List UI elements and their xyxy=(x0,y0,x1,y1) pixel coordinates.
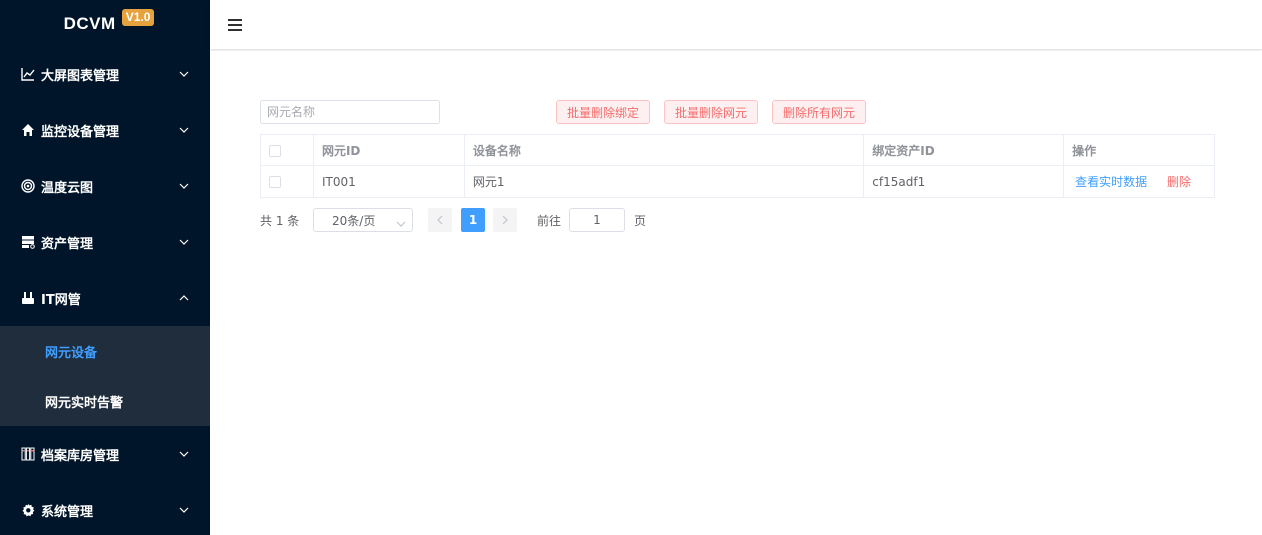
target-icon xyxy=(20,178,36,194)
column-header: 设备名称 xyxy=(463,134,865,166)
brand-name: DCVM xyxy=(63,14,116,33)
toolbar: 批量删除绑定 批量删除网元 删除所有网元 xyxy=(260,100,1215,125)
chevron-down-icon xyxy=(178,448,190,460)
sidebar-item-label: 系统管理 xyxy=(41,504,94,520)
submenu-it-network: 网元设备 网元实时告警 xyxy=(0,326,210,426)
sidebar: DCVM V1.0 大屏图表管理 监控设备管理 温度云图 资产管理 IT网管 网… xyxy=(0,0,210,535)
sidebar-item-assets[interactable]: 资产管理 xyxy=(0,214,210,270)
chevron-right-icon xyxy=(502,215,508,225)
goto-label: 前往 xyxy=(537,213,562,228)
chevron-up-icon xyxy=(178,292,190,304)
row-checkbox[interactable] xyxy=(269,176,281,188)
sidebar-item-system[interactable]: 系统管理 xyxy=(0,482,210,535)
hamburger-icon[interactable] xyxy=(228,18,242,32)
delete-link[interactable]: 删除 xyxy=(1167,175,1191,189)
view-realtime-data-link[interactable]: 查看实时数据 xyxy=(1075,175,1147,189)
total-count: 共 1 条 xyxy=(260,213,300,228)
prev-page-button[interactable] xyxy=(428,208,452,232)
goto-page-input[interactable] xyxy=(569,208,625,232)
select-all-checkbox[interactable] xyxy=(269,144,281,157)
page-size-value: 20条/页 xyxy=(332,213,376,228)
chevron-down-icon xyxy=(178,124,190,136)
main-content: 批量删除绑定 批量删除网元 删除所有网元 网元ID 设备名称 绑定资产ID 操作… xyxy=(210,51,1262,535)
home-icon xyxy=(20,122,36,138)
table-header-row: 网元ID 设备名称 绑定资产ID 操作 xyxy=(260,134,1215,166)
sidebar-item-it-network[interactable]: IT网管 xyxy=(0,270,210,326)
logo: DCVM V1.0 xyxy=(0,0,210,46)
sidebar-item-label: 资产管理 xyxy=(41,236,94,252)
chevron-left-icon xyxy=(437,215,443,225)
chevron-down-icon xyxy=(178,180,190,192)
line-chart-icon xyxy=(20,66,36,82)
server-icon xyxy=(20,234,36,250)
sidebar-item-label: 档案库房管理 xyxy=(41,448,120,464)
chevron-down-icon xyxy=(396,216,406,230)
select-all-cell xyxy=(260,134,314,166)
version-badge: V1.0 xyxy=(121,8,155,26)
sidebar-item-temperature[interactable]: 温度云图 xyxy=(0,158,210,214)
cell-asset-id: cf15adf1 xyxy=(863,165,1065,198)
sidebar-item-label: 大屏图表管理 xyxy=(41,68,120,84)
column-header: 操作 xyxy=(1063,134,1215,166)
column-header: 绑定资产ID xyxy=(863,134,1065,166)
sidebar-subitem-network-devices[interactable]: 网元设备 xyxy=(0,326,210,376)
next-page-button[interactable] xyxy=(493,208,517,232)
sidebar-item-label: 监控设备管理 xyxy=(41,124,120,140)
gear-icon xyxy=(20,502,36,518)
sidebar-subitem-realtime-alarms[interactable]: 网元实时告警 xyxy=(0,376,210,426)
cell-element-id: IT001 xyxy=(312,165,465,198)
page-suffix: 页 xyxy=(634,213,647,228)
printer-icon xyxy=(20,290,36,306)
chevron-down-icon xyxy=(178,68,190,80)
page-number-button[interactable]: 1 xyxy=(461,208,485,232)
cell-actions: 查看实时数据 删除 xyxy=(1063,165,1215,198)
sidebar-item-label: 温度云图 xyxy=(41,180,94,196)
sidebar-item-label: IT网管 xyxy=(41,292,81,308)
archive-icon xyxy=(20,446,36,462)
batch-unbind-button[interactable]: 批量删除绑定 xyxy=(556,100,651,124)
column-header: 网元ID xyxy=(312,134,465,166)
table-row: IT001 网元1 cf15adf1 查看实时数据 删除 xyxy=(260,165,1215,198)
chevron-down-icon xyxy=(178,504,190,516)
network-element-name-input[interactable] xyxy=(260,100,440,124)
sidebar-item-archives[interactable]: 档案库房管理 xyxy=(0,426,210,482)
page-size-select[interactable]: 20条/页 xyxy=(313,208,413,232)
sidebar-item-charts[interactable]: 大屏图表管理 xyxy=(0,46,210,102)
cell-device-name: 网元1 xyxy=(463,165,865,198)
sidebar-menu: 大屏图表管理 监控设备管理 温度云图 资产管理 IT网管 网元设备 网元实时告警… xyxy=(0,46,210,535)
sidebar-item-monitor-devices[interactable]: 监控设备管理 xyxy=(0,102,210,158)
pagination: 共 1 条 20条/页 1 前往 页 xyxy=(260,208,860,232)
top-header xyxy=(210,0,1262,50)
row-select-cell xyxy=(260,165,314,198)
chevron-down-icon xyxy=(178,236,190,248)
batch-delete-button[interactable]: 批量删除网元 xyxy=(664,100,759,124)
delete-all-button[interactable]: 删除所有网元 xyxy=(772,100,867,124)
network-elements-table: 网元ID 设备名称 绑定资产ID 操作 IT001 网元1 cf15adf1 查… xyxy=(260,134,1215,198)
